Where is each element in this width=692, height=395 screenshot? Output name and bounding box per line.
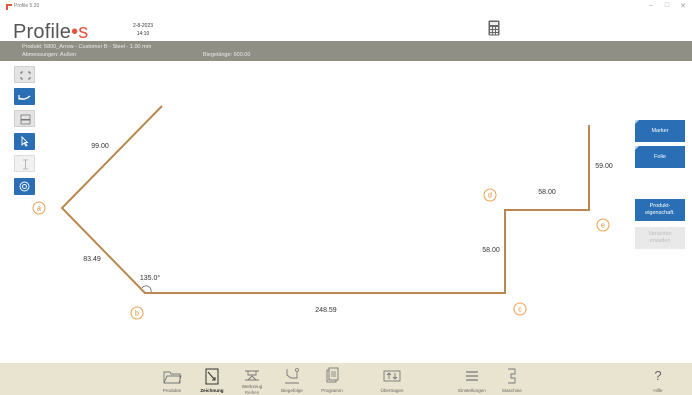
svg-text:b: b	[135, 311, 139, 318]
point-label-a[interactable]: a	[32, 201, 46, 215]
point-label-e[interactable]: e	[596, 218, 610, 232]
tool-icon	[245, 370, 259, 381]
folder-icon	[163, 371, 182, 384]
create-variants-button: Varianten erstellen	[635, 227, 685, 249]
svg-text:d: d	[488, 193, 492, 200]
nav-programm[interactable]: Programm	[308, 363, 356, 395]
marker-button[interactable]: Marker	[635, 120, 685, 142]
dim-seg6[interactable]: 59.00	[595, 163, 613, 170]
nav-maschine[interactable]: Maschine	[488, 363, 536, 395]
profile-polyline	[60, 105, 590, 294]
point-label-c[interactable]: c	[513, 302, 527, 316]
svg-text:c: c	[518, 307, 522, 314]
point-label-d[interactable]: d	[483, 188, 497, 202]
dim-seg5[interactable]: 58.00	[538, 189, 556, 196]
settings-list-icon	[466, 371, 478, 381]
dim-seg1[interactable]: 99.00	[91, 143, 109, 150]
profile-path	[60, 105, 590, 294]
svg-text:a: a	[37, 206, 41, 213]
help-button[interactable]: ? Hilfe	[644, 363, 672, 395]
dim-seg2[interactable]: 83.49	[83, 256, 101, 263]
transfer-icon	[383, 370, 401, 382]
machine-icon	[508, 368, 516, 384]
product-properties-button[interactable]: Produkt-eigenschaft.	[635, 199, 685, 221]
point-label-b[interactable]: b	[130, 306, 144, 320]
program-icon	[326, 367, 339, 383]
dim-seg4[interactable]: 58.00	[482, 247, 500, 254]
dim-angle[interactable]: 135.0°	[140, 274, 161, 282]
svg-text:e: e	[601, 223, 605, 230]
bend-sequence-icon	[285, 368, 299, 384]
nav-uebertragen[interactable]: Übertragen	[368, 363, 416, 395]
profile-drawing-canvas[interactable]: 99.00 83.49 135.0° 248.59 58.00 58.00 59…	[0, 0, 692, 395]
bottom-nav-bar: Produkte Zeichnung Werkzeug Reihen Biege…	[0, 363, 692, 395]
folie-button[interactable]: Folie	[635, 146, 685, 168]
drawing-icon	[205, 368, 219, 385]
dim-seg3[interactable]: 248.59	[315, 307, 337, 314]
help-icon: ?	[654, 368, 662, 383]
